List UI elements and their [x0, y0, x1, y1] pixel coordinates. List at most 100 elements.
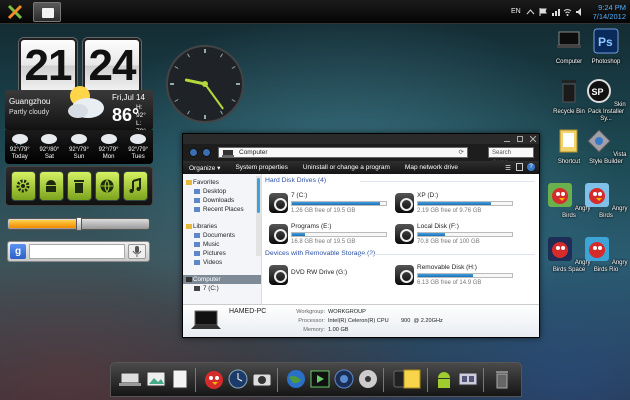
nav-libraries[interactable]: Libraries — [183, 222, 261, 231]
explorer-search-input[interactable]: Search Comp... — [488, 147, 534, 166]
nav-drive-c[interactable]: 7 (C:) — [183, 284, 261, 293]
forecast-day-label: Tues — [131, 154, 145, 160]
nav-recent-places[interactable]: Recent Places — [183, 205, 261, 214]
messenger-dock-icon[interactable] — [333, 368, 355, 390]
angry-bird-rio-icon — [585, 237, 610, 261]
drive-name: Programs (E:) — [291, 223, 332, 230]
drive-g-dvd[interactable]: DVD RW Drive (G:) — [269, 262, 387, 290]
drive-usage-fill — [292, 202, 381, 205]
media-player-dock-icon[interactable] — [309, 368, 331, 390]
angry-bird-icon — [585, 183, 610, 207]
computer-icon — [186, 277, 192, 282]
group-hard-disk-drives[interactable]: Hard Disk Drives (4) — [265, 176, 539, 185]
browser-app-button[interactable] — [94, 171, 120, 201]
wifi-icon[interactable] — [563, 8, 572, 16]
nav-scrollbar-thumb[interactable] — [257, 178, 260, 213]
pictures-dock-icon[interactable] — [145, 368, 167, 390]
dock-separator — [277, 368, 278, 392]
forward-button[interactable] — [202, 148, 211, 157]
drive-usage-bar — [417, 232, 513, 237]
android-app-button[interactable] — [38, 171, 64, 201]
trash-dock-icon[interactable] — [491, 368, 513, 390]
uninstall-program-button[interactable]: Uninstall or change a program — [303, 164, 390, 171]
desktop-icon-photoshop[interactable]: Ps Photoshop — [582, 28, 630, 66]
volume-slider-fill — [9, 220, 79, 228]
close-icon[interactable] — [530, 136, 536, 142]
skin-pack-icon: SP — [587, 79, 612, 103]
workgroup-label: Workgroup: — [296, 309, 325, 315]
angry-birds-dock-icon[interactable] — [203, 368, 225, 390]
flag-icon[interactable] — [539, 8, 548, 16]
drive-h-removable[interactable]: Removable Disk (H:) 6.13 GB free of 14.9… — [395, 262, 513, 290]
workgroup-value: WORKGROUP — [328, 309, 366, 315]
android-dock-icon[interactable] — [433, 368, 455, 390]
taskbar-explorer-button[interactable] — [33, 2, 61, 22]
group-removable-storage[interactable]: Devices with Removable Storage (2) — [265, 249, 539, 258]
address-text: Computer — [239, 149, 268, 156]
globe-icon — [100, 179, 114, 193]
drive-e[interactable]: Programs (E:) 16.8 GB free of 19.5 GB — [269, 221, 387, 249]
nav-desktop[interactable]: Desktop — [183, 187, 261, 196]
maximize-icon[interactable] — [517, 136, 523, 142]
nav-documents[interactable]: Documents — [183, 231, 261, 240]
nav-music[interactable]: Music — [183, 240, 261, 249]
desktop-icon-angry-birds-rio[interactable]: Angry Birds Rio — [582, 236, 630, 274]
nav-computer[interactable]: Computer — [183, 275, 261, 284]
star-icon — [186, 180, 192, 185]
window-titlebar[interactable] — [183, 134, 539, 144]
settings-app-button[interactable] — [10, 171, 36, 201]
system-clock[interactable]: 9:24 PM 7/14/2012 — [593, 3, 626, 21]
computer-icon — [557, 31, 581, 48]
language-indicator[interactable]: EN — [511, 8, 521, 15]
desktop-icon-skin-pack[interactable]: SP Skin Pack Installer Sy... — [582, 78, 630, 123]
window-switcher-dock-icon[interactable] — [457, 368, 479, 390]
drive-f[interactable]: Local Disk (F:) 70.8 GB free of 100 GB — [395, 221, 513, 249]
recent-places-icon — [194, 207, 200, 212]
desktop-icon-vista-style-builder[interactable]: Vista Style Builder — [582, 128, 630, 166]
computer-dock-icon[interactable] — [119, 368, 141, 390]
clock-dock-icon[interactable] — [227, 368, 249, 390]
drive-name: 7 (C:) — [291, 192, 308, 199]
nav-favorites[interactable]: Favorites — [183, 178, 261, 187]
nav-downloads[interactable]: Downloads — [183, 196, 261, 205]
volume-icon[interactable] — [575, 8, 584, 16]
command-bar: Organize ▾ System properties Uninstall o… — [183, 161, 539, 174]
google-search-input[interactable] — [29, 244, 125, 259]
minimize-icon[interactable] — [504, 136, 510, 142]
memory-label: Memory: — [303, 327, 325, 333]
nav-scrollbar[interactable] — [256, 176, 261, 256]
nav-pictures[interactable]: Pictures — [183, 249, 261, 258]
notes-dock-icon[interactable] — [401, 368, 423, 390]
disc-dock-icon[interactable] — [357, 368, 379, 390]
preview-pane-icon[interactable] — [516, 163, 523, 171]
view-options-icon[interactable]: ☰ — [505, 164, 511, 172]
desktop-icon-angry-birds-2[interactable]: Angry Birds — [582, 182, 630, 220]
globe-dock-icon[interactable] — [285, 368, 307, 390]
refresh-icon[interactable]: ⟳ — [459, 148, 464, 158]
volume-slider[interactable] — [7, 217, 150, 231]
map-network-drive-button[interactable]: Map network drive — [405, 164, 458, 171]
address-bar[interactable]: Computer ⟳ — [218, 147, 468, 158]
folder-icon — [559, 129, 578, 153]
help-icon[interactable]: ? — [527, 163, 535, 171]
drive-c[interactable]: 7 (C:) 1.26 GB free of 19.5 GB — [269, 190, 387, 218]
dock-separator — [383, 368, 384, 392]
hard-drive-icon — [395, 224, 414, 244]
network-icon[interactable] — [551, 8, 560, 16]
documents-dock-icon[interactable] — [169, 368, 191, 390]
music-app-button[interactable] — [122, 171, 148, 201]
voice-search-button[interactable] — [128, 244, 146, 259]
volume-slider-knob[interactable] — [75, 217, 82, 231]
organize-menu[interactable]: Organize ▾ — [189, 164, 220, 172]
drive-name: Local Disk (F:) — [417, 223, 459, 230]
trash-app-button[interactable] — [66, 171, 92, 201]
camera-dock-icon[interactable] — [251, 368, 273, 390]
start-logo-icon[interactable] — [7, 4, 23, 20]
cloud-icon — [11, 134, 28, 145]
nav-videos[interactable]: Videos — [183, 258, 261, 267]
chevron-up-icon[interactable] — [526, 8, 535, 16]
back-button[interactable] — [189, 148, 198, 157]
system-properties-button[interactable]: System properties — [235, 164, 287, 171]
drive-d[interactable]: XP (D:) 2.19 GB free of 9.76 GB — [395, 190, 513, 218]
memory-value: 1.00 GB — [328, 327, 349, 333]
